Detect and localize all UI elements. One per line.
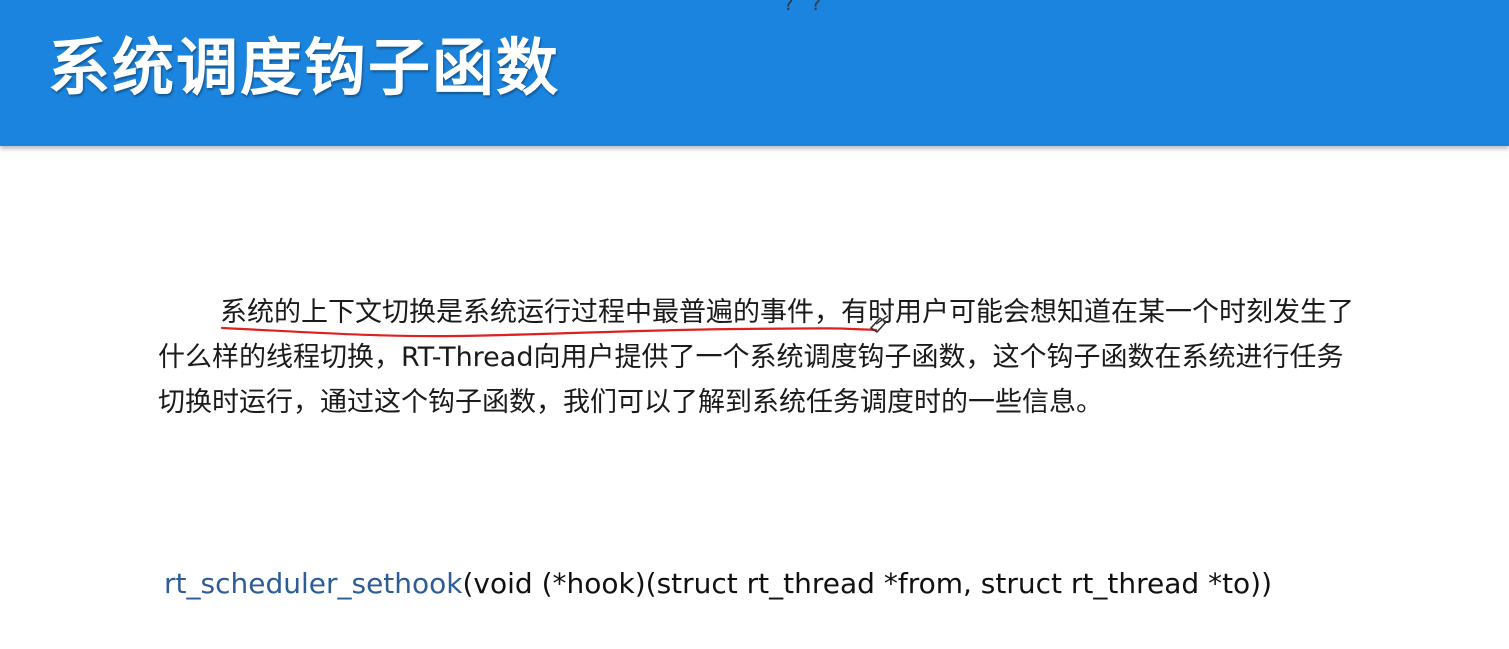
top-marks: ? ?: [784, 0, 827, 15]
function-name: rt_scheduler_sethook: [164, 567, 463, 600]
red-underline-annotation: [220, 315, 889, 338]
slide-title: 系统调度钩子函数: [48, 31, 561, 104]
body-paragraph: 系统的上下文切换是系统运行过程中最普遍的事件，有时用户可能会想知道在某一个时刻发…: [158, 290, 1368, 425]
function-signature: (void (*hook)(struct rt_thread *from, st…: [462, 567, 1273, 600]
api-signature: rt_scheduler_sethook(void (*hook)(struct…: [164, 564, 1272, 604]
title-banner: 系统调度钩子函数: [0, 0, 1509, 146]
slide: 系统调度钩子函数 ? ? 系统的上下文切换是系统运行过程中最普遍的事件，有时用户…: [0, 0, 1509, 649]
